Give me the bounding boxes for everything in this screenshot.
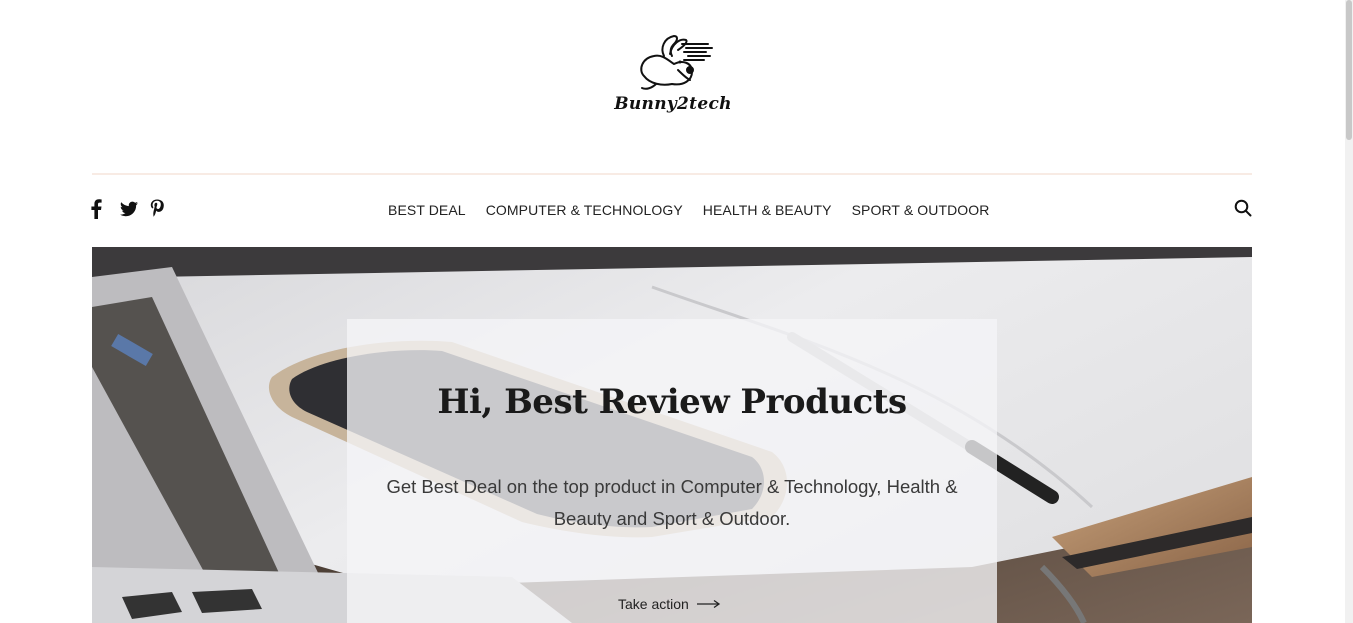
nav-item-computer-technology[interactable]: COMPUTER & TECHNOLOGY [486, 200, 683, 220]
site-header: Bunny2tech [0, 0, 1345, 174]
hero-description: Get Best Deal on the top product in Comp… [386, 476, 958, 529]
facebook-icon [91, 199, 102, 219]
nav-item-health-beauty[interactable]: HEALTH & BEAUTY [703, 200, 832, 220]
twitter-icon [120, 201, 138, 217]
hero-card: Hi, Best Review Products Get Best Deal o… [347, 319, 997, 623]
take-action-link[interactable]: Take action [618, 596, 721, 612]
pinterest-icon [150, 199, 164, 217]
logo-text: Bunny2tech [614, 94, 732, 114]
nav-item-sport-outdoor[interactable]: SPORT & OUTDOOR [852, 200, 990, 220]
hero-banner: Hi, Best Review Products Get Best Deal o… [92, 247, 1252, 623]
main-navigation: BEST DEAL COMPUTER & TECHNOLOGY HEALTH &… [388, 200, 1010, 220]
page-scrollbar[interactable] [1345, 0, 1353, 623]
search-button[interactable] [1234, 199, 1254, 219]
scrollbar-thumb[interactable] [1346, 0, 1352, 140]
nav-item-best-deal[interactable]: BEST DEAL [388, 200, 466, 220]
running-rabbit-icon [640, 35, 713, 90]
social-links [90, 199, 166, 219]
site-logo[interactable]: Bunny2tech [606, 30, 740, 122]
header-divider [92, 173, 1252, 175]
search-icon [1234, 199, 1252, 217]
take-action-label: Take action [618, 596, 689, 612]
hero-title: Hi, Best Review Products [437, 382, 907, 422]
arrow-right-icon [696, 599, 720, 609]
twitter-link[interactable] [120, 199, 138, 219]
pinterest-link[interactable] [150, 199, 166, 219]
facebook-link[interactable] [90, 199, 106, 219]
